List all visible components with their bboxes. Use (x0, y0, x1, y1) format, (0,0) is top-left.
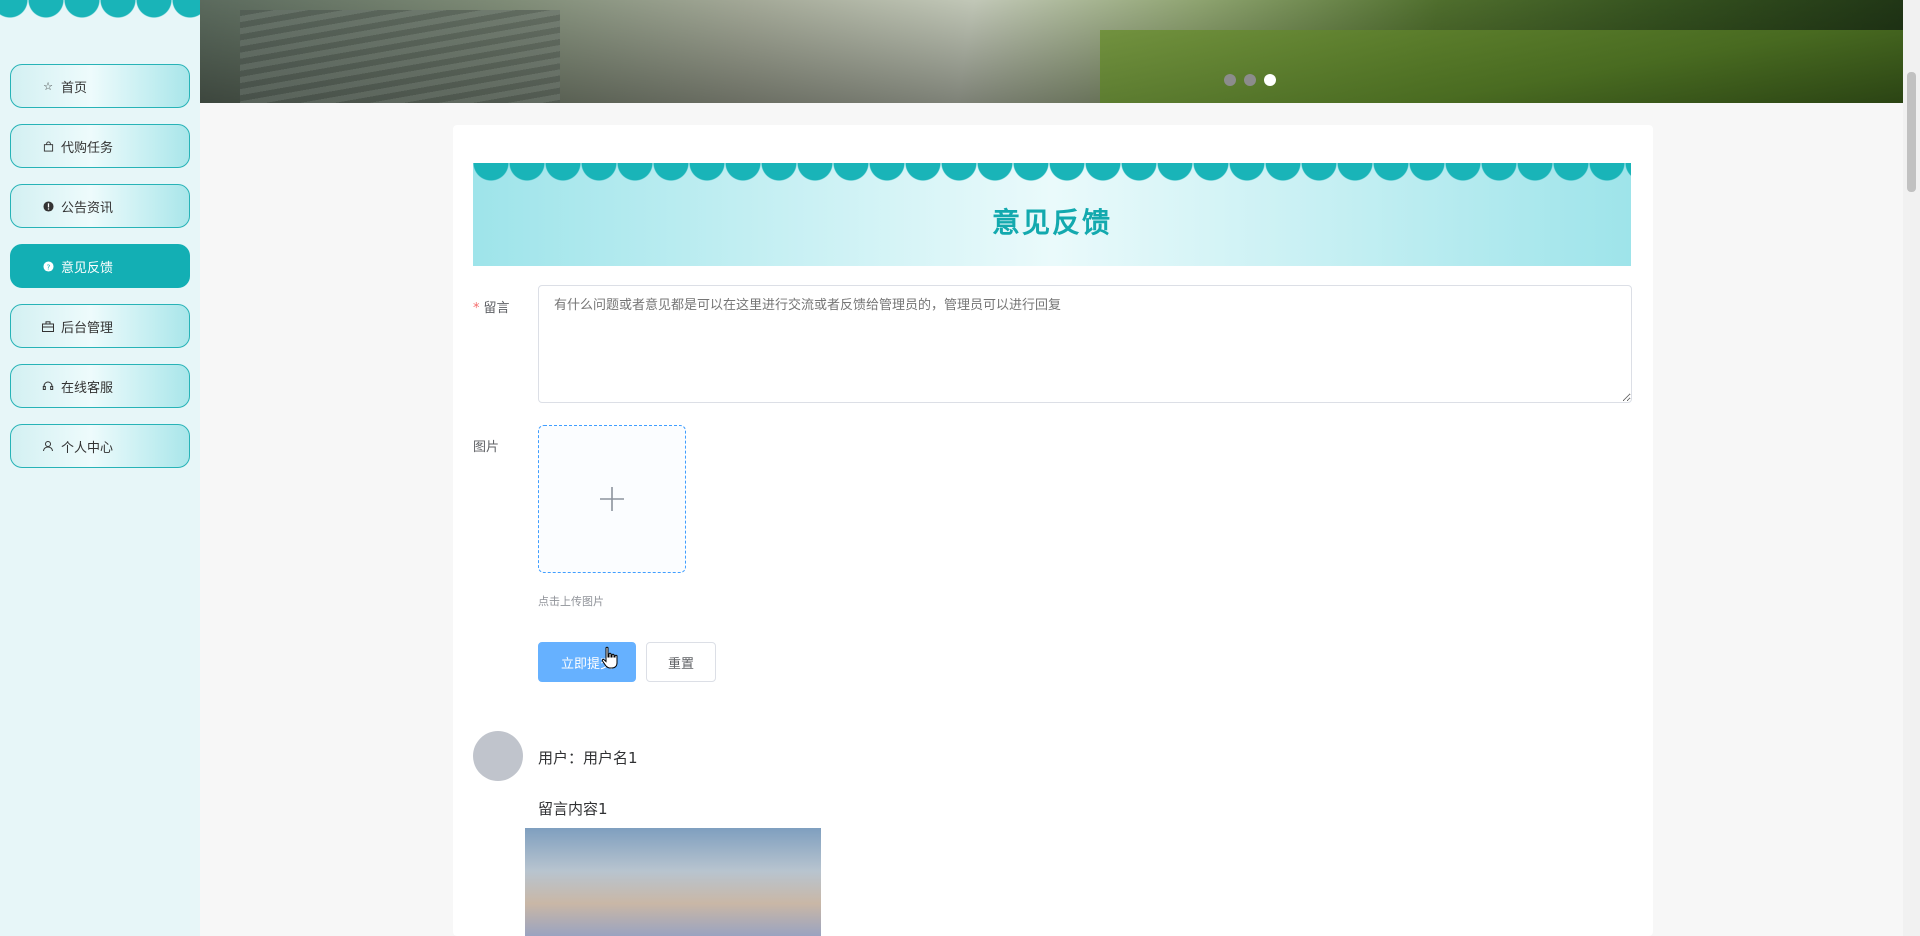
plus-icon (600, 487, 624, 511)
required-asterisk: * (473, 301, 480, 316)
carousel-indicators (1224, 74, 1276, 86)
sidebar-scallop-decoration (0, 0, 200, 18)
carousel-dot-2[interactable] (1244, 74, 1256, 86)
sidebar-item-online-service[interactable]: 在线客服 (10, 364, 190, 408)
image-label: 图片 (473, 440, 500, 455)
feedback-header: 意见反馈 (473, 163, 1631, 266)
sidebar: ☆ 首页 代购任务 公告资讯 ? 意见反馈 后台管理 在线客服 个人中心 (0, 0, 200, 936)
svg-text:?: ? (46, 262, 50, 271)
banner-photo-steps (240, 10, 560, 103)
sidebar-item-label: 首页 (61, 80, 88, 96)
user-icon (41, 439, 55, 453)
sidebar-item-admin[interactable]: 后台管理 (10, 304, 190, 348)
message-label: * 留言 (473, 301, 510, 316)
sidebar-item-label: 意见反馈 (61, 260, 114, 276)
page-title: 意见反馈 (991, 206, 1112, 239)
sidebar-item-purchase-tasks[interactable]: 代购任务 (10, 124, 190, 168)
shopping-bag-icon (41, 139, 55, 153)
upload-tip: 点击上传图片 (538, 595, 604, 608)
avatar (473, 731, 523, 781)
scrollbar-thumb[interactable] (1907, 72, 1916, 192)
sidebar-item-feedback[interactable]: ? 意见反馈 (10, 244, 190, 288)
hand-cursor-icon (601, 646, 618, 669)
header-scallop-decoration (473, 163, 1631, 181)
sidebar-item-label: 代购任务 (61, 140, 114, 156)
info-circle-icon (41, 199, 55, 213)
sidebar-item-label: 个人中心 (61, 440, 114, 456)
question-circle-icon: ? (41, 259, 55, 273)
message-textarea[interactable] (538, 285, 1632, 403)
sidebar-item-profile[interactable]: 个人中心 (10, 424, 190, 468)
comment-content: 留言内容1 (538, 800, 608, 818)
comment-user: 用户：用户名1 (538, 749, 638, 767)
submit-button[interactable]: 立即提交 (538, 642, 636, 682)
carousel-dot-1[interactable] (1224, 74, 1236, 86)
banner-photo-lawn (1100, 30, 1903, 103)
star-icon: ☆ (43, 79, 53, 93)
sidebar-item-home[interactable]: ☆ 首页 (10, 64, 190, 108)
briefcase-icon (41, 319, 55, 333)
sidebar-item-label: 在线客服 (61, 380, 114, 396)
sidebar-item-label: 公告资讯 (61, 200, 114, 216)
image-upload-box[interactable] (538, 425, 686, 573)
headset-icon (41, 379, 55, 393)
carousel-dot-3[interactable] (1264, 74, 1276, 86)
banner-carousel (200, 0, 1903, 103)
page-scrollbar[interactable] (1903, 0, 1920, 936)
sidebar-item-announcements[interactable]: 公告资讯 (10, 184, 190, 228)
feedback-card: 意见反馈 *留言 图片 点击上传图片 立即提交 重置 用户：用户名1 留言内容1 (453, 125, 1653, 936)
comment-image[interactable] (525, 828, 821, 936)
sidebar-item-label: 后台管理 (61, 320, 114, 336)
reset-button[interactable]: 重置 (646, 642, 716, 682)
